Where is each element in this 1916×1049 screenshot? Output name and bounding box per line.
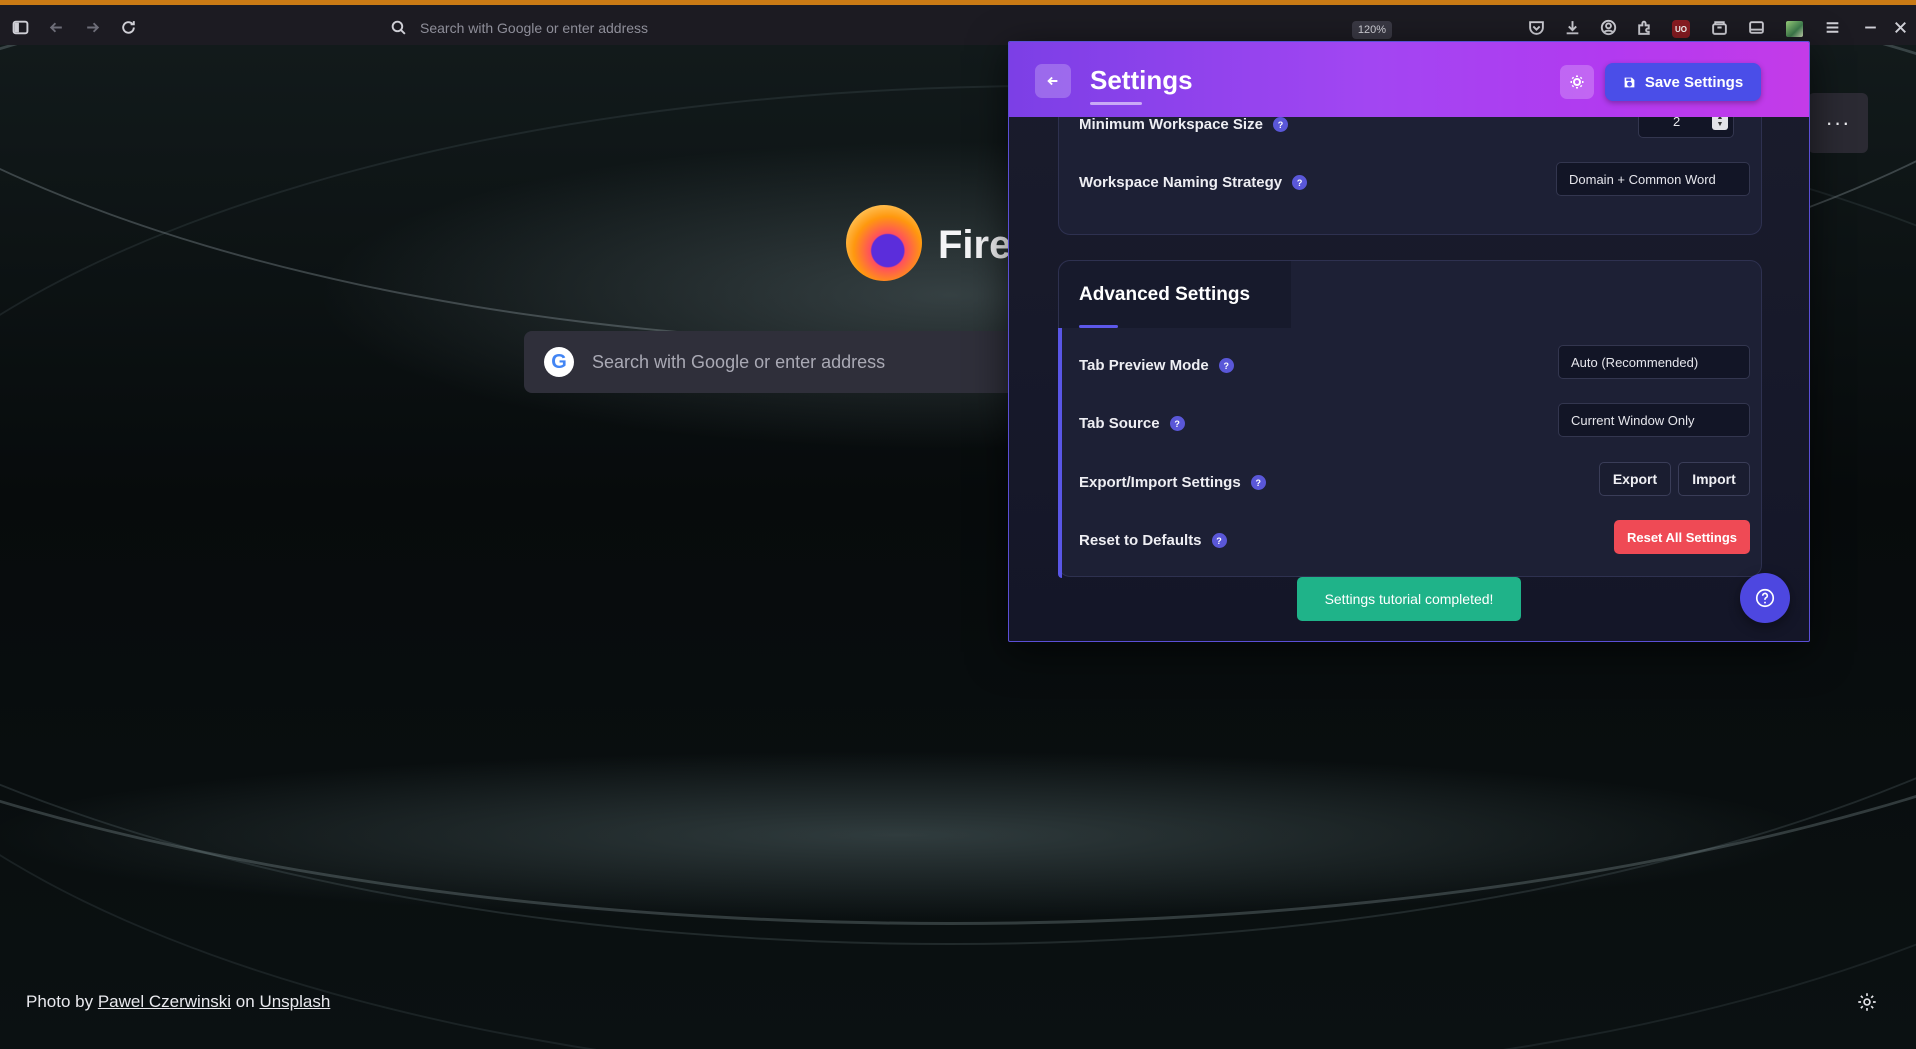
pocket-icon[interactable] [1525, 16, 1547, 38]
back-arrow-icon [1047, 76, 1058, 86]
zoom-level-badge[interactable]: 120% [1352, 21, 1392, 39]
advanced-settings-card: Advanced Settings Tab Preview Mode ? Aut… [1058, 260, 1762, 578]
container-tab-icon[interactable] [1708, 16, 1730, 38]
hamburger-menu-icon[interactable] [1821, 16, 1843, 38]
tab-preview-mode-row: Tab Preview Mode ? [1079, 357, 1234, 374]
save-settings-label: Save Settings [1644, 73, 1744, 91]
toast-notification: Settings tutorial completed! [1297, 577, 1521, 621]
extensions-icon[interactable] [1633, 16, 1655, 38]
question-mark-icon [1755, 588, 1775, 608]
page-title: Settings [1090, 65, 1193, 95]
workspace-settings-card: Minimum Workspace Size ? 2 ▲ ▼ Workspace … [1058, 102, 1762, 235]
credit-site-link[interactable]: Unsplash [259, 992, 330, 1011]
gear-icon[interactable] [1856, 991, 1878, 1013]
tab-manager-icon[interactable] [1745, 16, 1767, 38]
address-bar[interactable]: Search with Google or enter address [380, 14, 1400, 41]
photo-credit: Photo by Pawel Czerwinski on Unsplash [26, 992, 330, 1012]
reload-icon[interactable] [117, 16, 139, 38]
save-settings-button[interactable]: Save Settings [1605, 63, 1761, 101]
sun-icon [1570, 75, 1584, 89]
workspace-naming-row: Workspace Naming Strategy ? [1079, 174, 1308, 191]
row-label: Tab Preview Mode [1079, 357, 1209, 374]
title-underline [1079, 325, 1118, 328]
brand-wordmark: Fire [938, 223, 1012, 267]
import-button[interactable]: Import [1678, 462, 1750, 496]
browser-toolbar: Search with Google or enter address 120%… [0, 0, 1916, 45]
export-import-row: Export/Import Settings ? [1079, 474, 1266, 491]
help-icon[interactable]: ? [1272, 117, 1288, 132]
more-options-button[interactable]: ··· [1808, 93, 1868, 153]
back-button[interactable] [1035, 64, 1071, 98]
ublock-origin-icon[interactable]: UO [1672, 20, 1690, 38]
min-workspace-size-row: Minimum Workspace Size ? [1079, 116, 1288, 133]
extension-thumbnail-icon[interactable] [1786, 21, 1803, 37]
help-icon[interactable]: ? [1169, 416, 1185, 431]
help-icon[interactable]: ? [1218, 358, 1234, 373]
account-icon[interactable] [1597, 16, 1619, 38]
forward-arrow-icon[interactable] [81, 16, 103, 38]
advanced-settings-tab: Advanced Settings [1059, 261, 1291, 328]
settings-panel: Minimum Workspace Size ? 2 ▲ ▼ Workspace … [1008, 41, 1810, 642]
help-icon[interactable]: ? [1250, 475, 1266, 490]
downloads-icon[interactable] [1561, 16, 1583, 38]
floppy-disk-icon [1624, 77, 1635, 87]
newtab-search-placeholder: Search with Google or enter address [592, 351, 886, 372]
newtab-search-box[interactable]: G Search with Google or enter address [524, 331, 1024, 393]
section-accent-bar [1058, 328, 1062, 578]
row-label: Workspace Naming Strategy [1079, 174, 1283, 191]
back-arrow-icon[interactable] [45, 16, 67, 38]
help-button[interactable] [1740, 573, 1790, 623]
row-label: Reset to Defaults [1079, 532, 1202, 549]
help-icon[interactable]: ? [1211, 533, 1227, 548]
google-icon: G [544, 347, 574, 377]
advanced-settings-title: Advanced Settings [1079, 284, 1251, 305]
tab-source-select[interactable]: Current Window Only [1558, 403, 1750, 437]
sidebar-toggle-icon[interactable] [9, 16, 31, 38]
row-label: Minimum Workspace Size [1079, 116, 1263, 133]
export-button[interactable]: Export [1599, 462, 1671, 496]
reset-defaults-row: Reset to Defaults ? [1079, 532, 1227, 549]
credit-author-link[interactable]: Pawel Czerwinski [98, 992, 231, 1011]
settings-header: Settings Save Settings [1009, 42, 1809, 117]
help-icon[interactable]: ? [1292, 175, 1308, 190]
minimize-icon[interactable] [1859, 16, 1881, 38]
search-icon [387, 16, 409, 38]
tab-source-row: Tab Source ? [1079, 415, 1185, 432]
theme-toggle-button[interactable] [1560, 65, 1594, 99]
close-window-icon[interactable] [1889, 16, 1911, 38]
reset-all-settings-button[interactable]: Reset All Settings [1614, 520, 1750, 554]
credit-middle: on [235, 992, 255, 1011]
workspace-naming-select[interactable]: Domain + Common Word [1556, 162, 1750, 196]
firefox-logo [846, 205, 922, 281]
row-label: Export/Import Settings [1079, 474, 1241, 491]
row-label: Tab Source [1079, 415, 1160, 432]
credit-prefix: Photo by [26, 992, 94, 1011]
address-placeholder: Search with Google or enter address [420, 19, 649, 36]
tab-preview-mode-select[interactable]: Auto (Recommended) [1558, 345, 1750, 379]
title-underline [1090, 102, 1142, 105]
